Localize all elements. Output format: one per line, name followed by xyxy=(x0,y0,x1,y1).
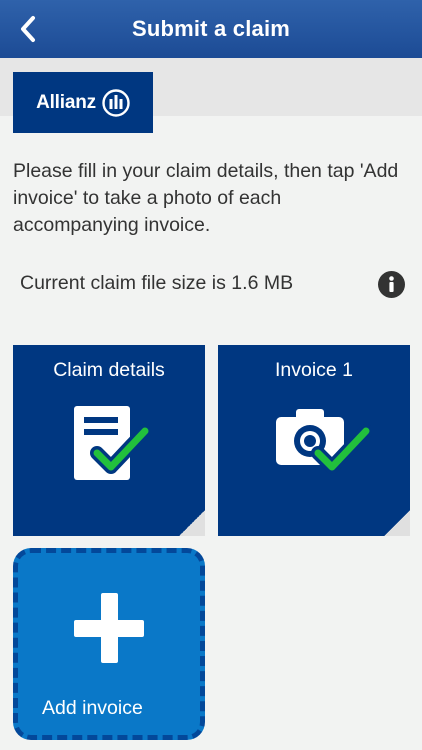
logo-wordmark: Allianz xyxy=(36,91,96,113)
allianz-logo: Allianz xyxy=(13,72,153,133)
camera-check-icon xyxy=(276,409,372,474)
document-check-icon xyxy=(74,406,151,480)
instructions-text: Please fill in your claim details, then … xyxy=(13,160,399,236)
invoice-1-tile[interactable]: Invoice 1 xyxy=(218,345,410,536)
info-icon xyxy=(389,276,394,292)
claim-details-tile[interactable]: Claim details xyxy=(13,345,205,536)
chevron-left-icon xyxy=(21,16,35,42)
corner-fold xyxy=(384,510,410,536)
back-button[interactable] xyxy=(8,9,48,49)
corner-fold xyxy=(179,510,205,536)
add-invoice-label: Add invoice xyxy=(42,697,143,719)
invoice-1-label: Invoice 1 xyxy=(274,359,354,381)
info-button[interactable] xyxy=(378,271,405,298)
allianz-eagle-icon xyxy=(102,88,130,117)
top-navigation-bar: Submit a claim xyxy=(0,0,422,58)
claim-details-label: Claim details xyxy=(53,359,165,381)
page-title: Submit a claim xyxy=(131,16,291,41)
file-size-text: Current claim file size is 1.6 MB xyxy=(20,272,294,294)
add-invoice-button[interactable]: Add invoice xyxy=(13,548,205,740)
